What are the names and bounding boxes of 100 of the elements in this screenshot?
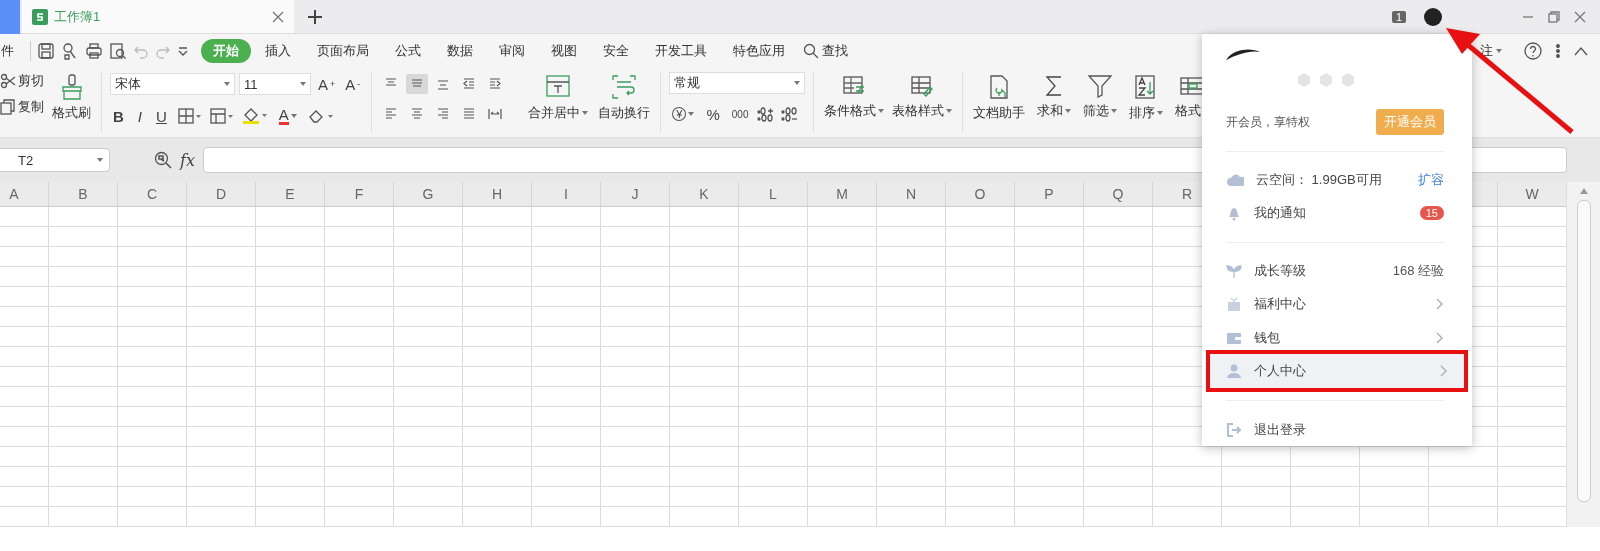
column-header[interactable]: I <box>532 182 601 206</box>
filter-icon[interactable] <box>1087 74 1114 98</box>
ribbon-tab[interactable]: 插入 <box>253 39 303 63</box>
ribbon-tool-button[interactable]: 格式 <box>1173 72 1212 122</box>
caret-icon[interactable] <box>1496 49 1502 53</box>
font-color-button[interactable]: A <box>275 107 300 125</box>
fill-color-icon[interactable] <box>241 107 268 125</box>
caret-icon[interactable] <box>794 81 801 85</box>
caret-icon[interactable] <box>290 114 297 118</box>
save-icon[interactable] <box>37 42 55 60</box>
merge-center-button[interactable]: 合并居中 <box>526 72 591 124</box>
column-header[interactable]: A <box>0 182 49 206</box>
number-style-button[interactable]: 000 <box>728 108 752 120</box>
format-painter-button[interactable]: 格式刷 <box>50 72 93 124</box>
ribbon-tab[interactable]: 安全 <box>591 39 641 63</box>
eraser-icon[interactable] <box>307 108 334 124</box>
text-style-button[interactable]: B <box>110 107 127 125</box>
column-header[interactable]: K <box>670 182 739 206</box>
scrollbar-thumb[interactable] <box>1576 200 1591 502</box>
menu-item[interactable]: 退出登录 <box>1206 413 1464 446</box>
caret-icon[interactable] <box>1065 109 1072 113</box>
restore-icon[interactable] <box>1548 10 1560 23</box>
caret-icon[interactable] <box>582 111 589 115</box>
column-header[interactable]: C <box>118 182 187 206</box>
ribbon-tab[interactable]: 开发工具 <box>643 39 719 63</box>
reader-count[interactable]: 1 <box>1391 10 1406 23</box>
function-button[interactable]: fx <box>180 150 195 170</box>
ribbon-tab[interactable]: 公式 <box>383 39 433 63</box>
cell-reference-box[interactable]: T2 <box>0 148 110 172</box>
caret-icon[interactable] <box>1111 109 1118 113</box>
menu-item[interactable]: 福利中心 <box>1206 287 1464 321</box>
menu-item[interactable]: 个人中心 <box>1210 354 1464 388</box>
paint-brush-icon[interactable] <box>59 74 84 100</box>
caret-icon[interactable] <box>97 158 103 162</box>
more-icon[interactable] <box>1556 43 1560 59</box>
caret-icon[interactable] <box>688 112 695 116</box>
ribbon-tab[interactable]: 审阅 <box>487 39 537 63</box>
copy-button[interactable]: 复制 <box>0 98 44 116</box>
preview-icon[interactable] <box>109 42 127 60</box>
close-icon[interactable] <box>272 10 284 23</box>
copy-icon[interactable] <box>0 99 16 115</box>
new-tab-icon[interactable] <box>308 9 322 24</box>
wrap-text-icon[interactable] <box>611 74 638 100</box>
cut-button[interactable]: 剪切 <box>0 72 44 90</box>
column-header[interactable]: E <box>256 182 325 206</box>
ribbon-tool-button[interactable]: 条件格式 <box>822 72 887 122</box>
text-style-button[interactable]: U <box>153 107 170 125</box>
ribbon-tool-button[interactable]: 表格样式 <box>890 72 955 122</box>
increase-decimal-icon[interactable] <box>757 106 776 122</box>
alignment-button[interactable] <box>406 74 429 94</box>
column-header[interactable]: B <box>49 182 118 206</box>
close-icon[interactable] <box>1574 10 1586 23</box>
search-button[interactable]: 查找 <box>803 42 848 60</box>
column-header[interactable]: D <box>187 182 256 206</box>
caret-icon[interactable] <box>300 82 306 86</box>
caret-icon[interactable] <box>1157 111 1164 115</box>
column-header[interactable]: Q <box>1084 182 1153 206</box>
caret-icon[interactable] <box>878 109 885 113</box>
column-header[interactable]: J <box>601 182 670 206</box>
column-header[interactable]: P <box>1015 182 1084 206</box>
printer-icon[interactable] <box>85 42 103 60</box>
zoom-icon[interactable] <box>154 151 172 169</box>
text-style-button[interactable]: I <box>134 107 145 125</box>
font-size-button[interactable]: A$^{-}$ <box>342 75 364 93</box>
help-icon[interactable] <box>1524 42 1542 60</box>
merge-cells-icon[interactable] <box>545 74 572 100</box>
ribbon-tab[interactable]: 数据 <box>435 39 485 63</box>
ribbon-tab[interactable]: 特色应用 <box>721 39 797 63</box>
wrap-text-button[interactable]: 自动换行 <box>596 72 653 124</box>
ribbon-tab[interactable]: 页面布局 <box>305 39 381 63</box>
expand-link[interactable]: 扩容 <box>1418 171 1444 190</box>
menu-item[interactable]: 成长等级 168 经验 <box>1206 254 1464 288</box>
ribbon-tab[interactable]: 视图 <box>539 39 589 63</box>
column-header[interactable]: F <box>325 182 394 206</box>
ribbon-tool-button[interactable]: 求和 <box>1035 72 1074 122</box>
number-style-button[interactable]: % <box>703 105 723 123</box>
scissors-icon[interactable] <box>0 73 16 89</box>
decrease-decimal-icon[interactable] <box>781 106 800 122</box>
caret-icon[interactable] <box>946 109 953 113</box>
column-header[interactable]: L <box>739 182 808 206</box>
search-icon[interactable] <box>803 43 819 59</box>
font-size-dropdown[interactable]: 11 <box>239 73 311 95</box>
cell-style-icon[interactable] <box>209 108 234 124</box>
column-header[interactable]: H <box>463 182 532 206</box>
column-header[interactable]: N <box>877 182 946 206</box>
collapse-icon[interactable] <box>1574 46 1588 56</box>
customize-icon[interactable] <box>177 45 189 57</box>
file-menu[interactable]: 件 <box>1 42 14 60</box>
menu-item[interactable]: 钱包 <box>1206 321 1464 354</box>
column-header[interactable]: M <box>808 182 877 206</box>
scroll-up-icon[interactable] <box>1579 188 1588 194</box>
font-dropdown[interactable]: 宋体 <box>110 73 235 95</box>
font-size-button[interactable]: A$^{+}$ <box>315 75 339 93</box>
caret-icon[interactable] <box>224 82 230 86</box>
number-format-dropdown[interactable]: 常规 <box>669 72 806 94</box>
ribbon-tool-button[interactable]: 文档助手 <box>971 72 1028 124</box>
column-header[interactable]: G <box>394 182 463 206</box>
ribbon-tool-button[interactable]: 筛选 <box>1081 72 1120 122</box>
borders-icon[interactable] <box>177 108 202 124</box>
column-header[interactable]: O <box>946 182 1015 206</box>
